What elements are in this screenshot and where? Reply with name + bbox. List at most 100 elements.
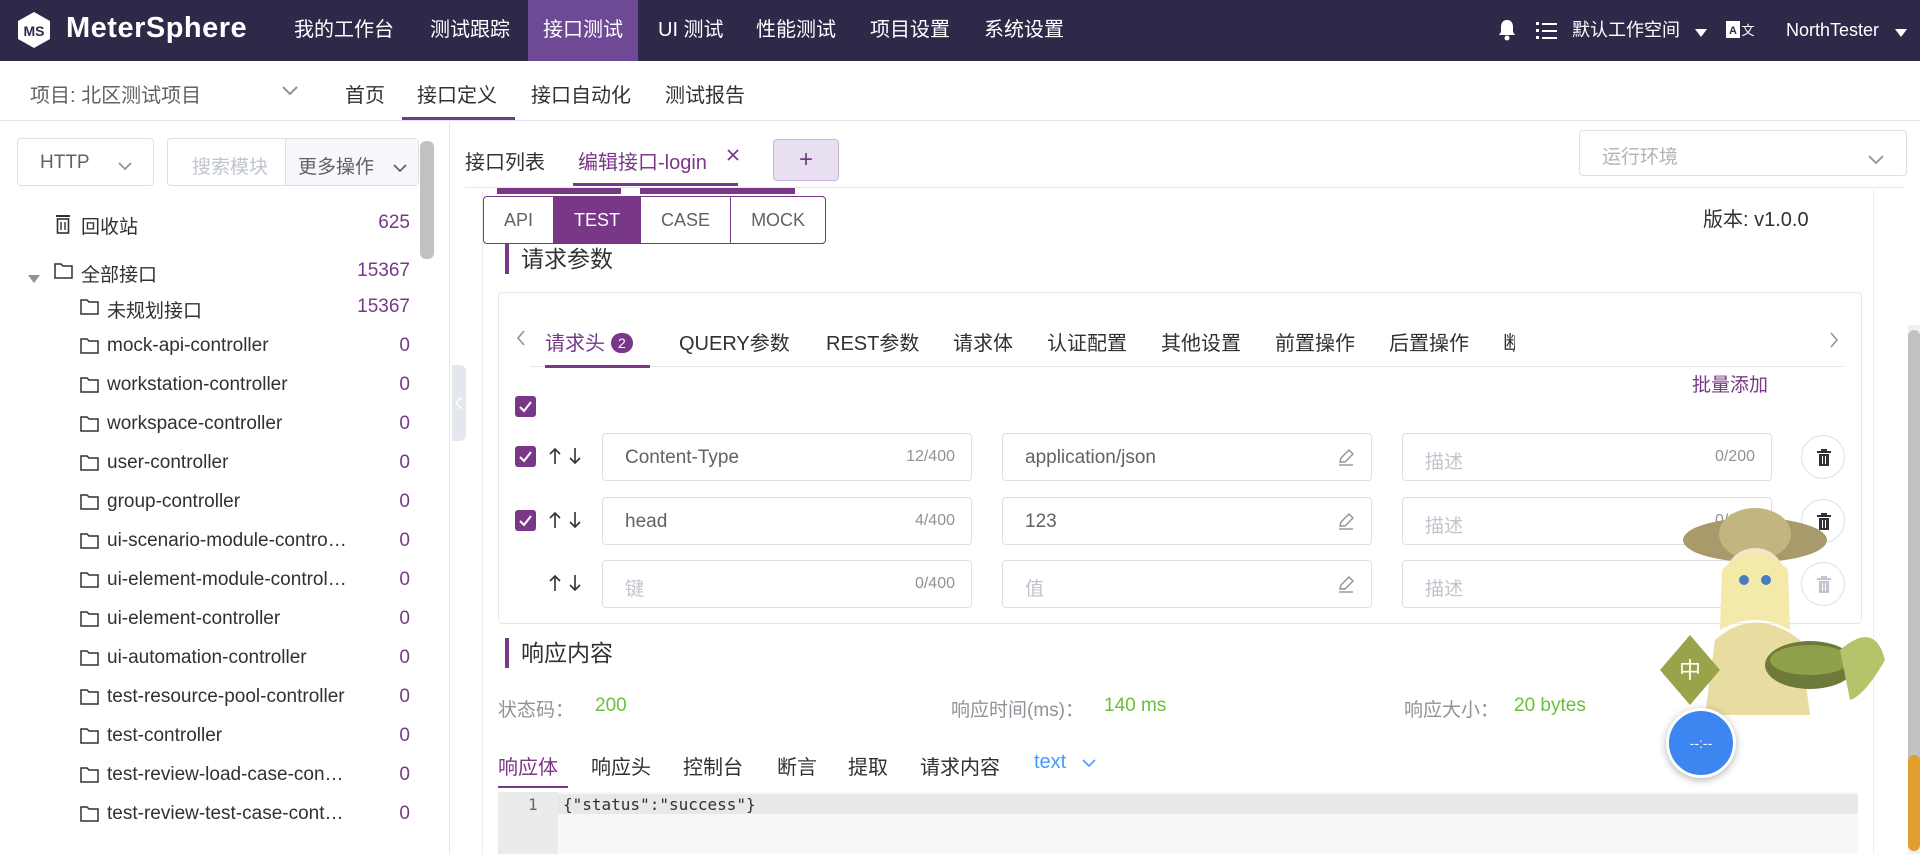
caret-down-icon[interactable]: [28, 267, 40, 289]
header-key-input[interactable]: 键 0/400: [602, 560, 972, 608]
move-down-icon[interactable]: [568, 574, 582, 597]
resp-tab-assertions[interactable]: 断言: [777, 751, 817, 780]
tree-item-module[interactable]: test-review-test-case-cont… 0: [80, 803, 410, 842]
workspace-switcher[interactable]: 默认工作空间: [1572, 0, 1680, 61]
row-checkbox[interactable]: [515, 446, 536, 467]
tabs-next-icon[interactable]: [1829, 332, 1839, 353]
subnav-home[interactable]: 首页: [345, 79, 385, 108]
tree-item-module[interactable]: user-controller 0: [80, 452, 410, 491]
tab-auth-config[interactable]: 认证配置: [1047, 327, 1127, 356]
mode-mock-button[interactable]: MOCK: [731, 197, 825, 243]
tab-api-list[interactable]: 接口列表: [465, 146, 545, 175]
tab-other-settings[interactable]: 其他设置: [1161, 327, 1241, 356]
resp-tab-extract[interactable]: 提取: [848, 751, 888, 780]
mode-api-button[interactable]: API: [484, 197, 555, 243]
resp-tab-request-content[interactable]: 请求内容: [920, 751, 1000, 780]
protocol-select[interactable]: HTTP: [17, 138, 154, 186]
format-select[interactable]: text: [1034, 751, 1096, 774]
tree-item-module[interactable]: test-review-load-case-con… 0: [80, 764, 410, 803]
header-value-input[interactable]: 值: [1002, 560, 1372, 608]
nav-project-settings[interactable]: 项目设置: [855, 0, 965, 61]
tab-query-params[interactable]: QUERY参数: [679, 327, 790, 356]
bell-icon[interactable]: [1497, 19, 1517, 46]
tree-item-module[interactable]: workspace-controller 0: [80, 413, 410, 452]
more-operations-button[interactable]: 更多操作: [285, 139, 418, 185]
tab-request-body[interactable]: 请求体: [953, 327, 1013, 356]
tabs-prev-icon[interactable]: [516, 330, 526, 351]
tab-assertions-truncated[interactable]: 断: [1503, 327, 1515, 356]
mode-case-button[interactable]: CASE: [641, 197, 732, 243]
tree-item-module[interactable]: ui-scenario-module-contro… 0: [80, 530, 410, 569]
row-checkbox[interactable]: [515, 510, 536, 531]
user-menu[interactable]: NorthTester: [1786, 0, 1879, 61]
header-description-input[interactable]: 描述 0/200: [1402, 433, 1772, 481]
nav-test-track[interactable]: 测试跟踪: [415, 0, 525, 61]
move-down-icon[interactable]: [568, 447, 582, 470]
tree-item-recycle-bin[interactable]: 回收站 625: [54, 212, 410, 251]
tree-item-module[interactable]: ui-element-module-control… 0: [80, 569, 410, 608]
tree-item-module[interactable]: group-controller 0: [80, 491, 410, 530]
brand-name[interactable]: MeterSphere: [66, 12, 247, 45]
nav-system-settings[interactable]: 系统设置: [969, 0, 1079, 61]
resp-tab-headers[interactable]: 响应头: [591, 751, 651, 780]
nav-ui-test[interactable]: UI 测试: [643, 0, 739, 61]
mode-test-button[interactable]: TEST: [554, 197, 642, 243]
tab-edit-api[interactable]: 编辑接口-login: [578, 146, 707, 175]
tab-pre-operations[interactable]: 前置操作: [1275, 327, 1355, 356]
language-icon[interactable]: A文: [1726, 20, 1756, 45]
tree-item-module[interactable]: ui-automation-controller 0: [80, 647, 410, 686]
edit-pen-icon[interactable]: [1337, 575, 1355, 599]
side-handle[interactable]: [1908, 755, 1920, 851]
nav-performance-test[interactable]: 性能测试: [741, 0, 851, 61]
tree-item-module[interactable]: workstation-controller 0: [80, 374, 410, 413]
tab-rest-params[interactable]: REST参数: [826, 327, 919, 356]
select-all-checkbox[interactable]: [515, 396, 536, 417]
move-up-icon[interactable]: [548, 447, 562, 470]
floating-timer-button[interactable]: --:--: [1666, 708, 1736, 778]
delete-row-button[interactable]: [1801, 435, 1845, 479]
resp-tab-body[interactable]: 响应体: [498, 751, 558, 780]
close-tab-icon[interactable]: [726, 148, 740, 167]
nav-my-workbench[interactable]: 我的工作台: [279, 0, 409, 61]
nav-api-test[interactable]: 接口测试: [528, 0, 638, 61]
tab-request-headers[interactable]: 请求头 2: [545, 327, 633, 356]
subnav-api-automation[interactable]: 接口自动化: [531, 79, 631, 108]
tree-item-module[interactable]: mock-api-controller 0: [80, 335, 410, 374]
task-list-icon[interactable]: [1536, 20, 1558, 47]
header-value-placeholder: 值: [1025, 579, 1045, 600]
subnav-api-definition[interactable]: 接口定义: [417, 79, 497, 108]
header-key-input[interactable]: Content-Type 12/400: [602, 433, 972, 481]
search-input[interactable]: 搜索模块: [168, 139, 286, 185]
batch-add-link[interactable]: 批量添加: [1692, 370, 1768, 397]
header-key-input[interactable]: head 4/400: [602, 497, 972, 545]
folder-icon: [80, 688, 99, 711]
tab-post-operations[interactable]: 后置操作: [1389, 327, 1469, 356]
header-key-value: head: [625, 511, 668, 532]
header-value-input[interactable]: application/json: [1002, 433, 1372, 481]
move-down-icon[interactable]: [568, 511, 582, 534]
edit-pen-icon[interactable]: [1337, 512, 1355, 536]
tree-item-label: ui-automation-controller: [107, 647, 307, 668]
header-key-value: Content-Type: [625, 447, 740, 468]
header-value-input[interactable]: 123: [1002, 497, 1372, 545]
move-up-icon[interactable]: [548, 511, 562, 534]
project-selector[interactable]: 项目: 北区测试项目: [30, 79, 201, 108]
subnav-test-report[interactable]: 测试报告: [665, 79, 745, 108]
resp-tab-console[interactable]: 控制台: [683, 751, 743, 780]
tree-item-module[interactable]: test-controller 0: [80, 725, 410, 764]
main-scrollbar-thumb[interactable]: [1908, 330, 1920, 770]
add-tab-button[interactable]: +: [773, 139, 839, 181]
request-params-title: 请求参数: [505, 244, 613, 274]
edit-pen-icon[interactable]: [1337, 448, 1355, 472]
metersphere-logo-icon[interactable]: MS: [14, 10, 54, 50]
move-up-icon[interactable]: [548, 574, 562, 597]
sidebar-collapse-handle[interactable]: [452, 365, 466, 441]
tree-item-all-apis[interactable]: 全部接口 15367: [28, 260, 410, 299]
run-environment-select[interactable]: 运行环境: [1579, 130, 1907, 176]
tree-item-module[interactable]: ui-element-controller 0: [80, 608, 410, 647]
active-tab-indicator: [573, 183, 738, 186]
sidebar-scrollbar[interactable]: [420, 141, 434, 259]
tree-item-module[interactable]: 未规划接口 15367: [80, 296, 410, 335]
tree-item-module[interactable]: test-resource-pool-controller 0: [80, 686, 410, 725]
project-chevron-down-icon[interactable]: [282, 83, 298, 101]
